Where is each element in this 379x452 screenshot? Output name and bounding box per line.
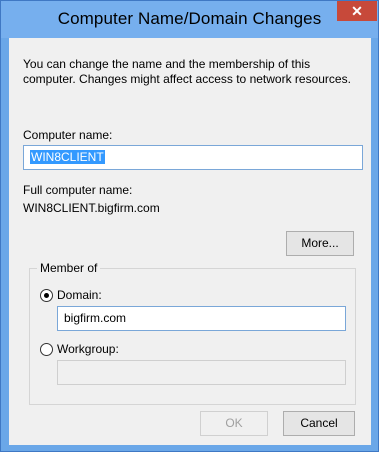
dialog-title: Computer Name/Domain Changes [57, 9, 322, 28]
cancel-button[interactable]: Cancel [283, 411, 355, 436]
domain-input[interactable]: bigfirm.com [57, 306, 346, 331]
title-bar[interactable]: Computer Name/Domain Changes ✕ [1, 1, 378, 38]
computer-name-label: Computer name: [23, 128, 113, 142]
domain-label[interactable]: Domain: [57, 288, 102, 302]
member-of-label: Member of [37, 261, 101, 275]
intro-text: You can change the name and the membersh… [23, 57, 351, 86]
computer-name-value: WIN8CLIENT [30, 150, 105, 164]
domain-value: bigfirm.com [64, 311, 127, 325]
more-button[interactable]: More... [286, 231, 354, 256]
close-button[interactable]: ✕ [337, 1, 377, 21]
domain-radio[interactable] [40, 289, 53, 302]
dialog-window: Computer Name/Domain Changes ✕ You can c… [0, 0, 379, 452]
close-icon: ✕ [351, 3, 363, 19]
dialog-body: You can change the name and the membersh… [9, 38, 371, 445]
full-computer-name-label: Full computer name: [23, 183, 133, 197]
full-computer-name-value: WIN8CLIENT.bigfirm.com [23, 201, 160, 215]
workgroup-radio[interactable] [40, 343, 53, 356]
domain-radio-selected-indicator [44, 293, 49, 298]
computer-name-input[interactable]: WIN8CLIENT [23, 145, 363, 170]
workgroup-input[interactable] [57, 360, 346, 385]
workgroup-label[interactable]: Workgroup: [57, 342, 119, 356]
ok-button[interactable]: OK [200, 411, 268, 436]
